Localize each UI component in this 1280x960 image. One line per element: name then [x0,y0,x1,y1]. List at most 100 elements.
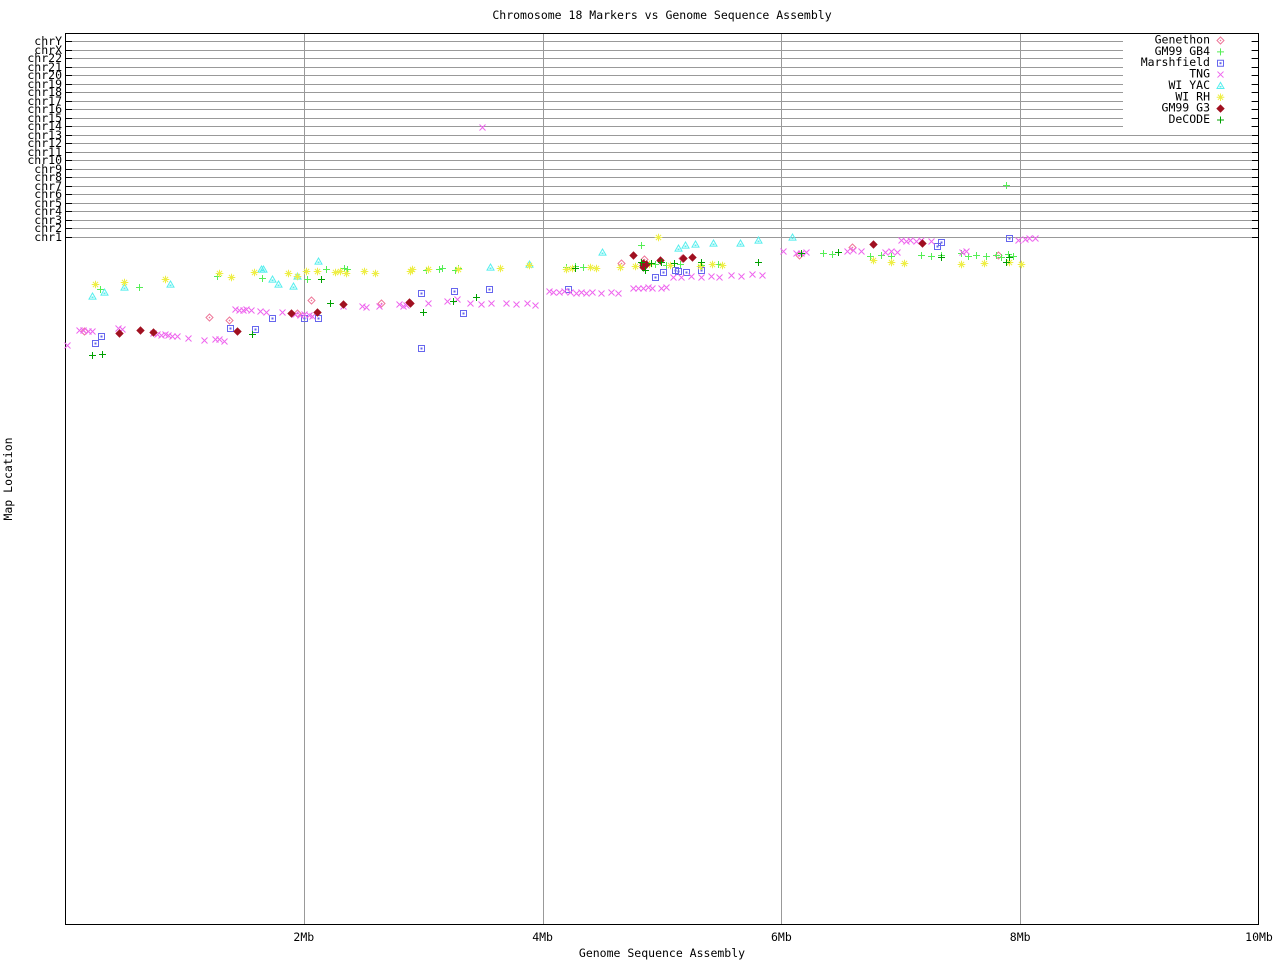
data-point [654,233,663,242]
data-point [524,300,531,307]
data-point-shape [259,275,266,282]
data-point [284,269,293,278]
data-point-shape [589,289,596,296]
data-point [631,262,640,271]
data-point [640,285,647,292]
data-point-shape [638,242,645,249]
data-point-shape [257,308,264,315]
data-point-shape [681,240,690,249]
data-point [248,307,255,314]
data-point-shape [185,335,192,342]
data-point [418,345,425,352]
data-point-shape [263,309,270,316]
data-point-shape [123,287,126,290]
data-point [450,298,457,305]
data-point-shape [91,296,94,299]
data-point [473,294,480,301]
data-point-shape [663,284,670,291]
data-point [339,300,348,309]
data-point-shape [928,253,935,260]
x-tick-label-6Mb: 6Mb [771,930,792,944]
data-point [225,316,234,325]
data-point-shape [918,252,925,259]
data-point [556,289,563,296]
data-point [1017,260,1026,269]
data-point [678,274,685,281]
data-point [755,259,762,266]
data-point-shape [425,300,432,307]
data-point [887,258,896,267]
data-point-shape [323,266,330,273]
data-point-shape [232,306,239,313]
data-point-shape [268,274,277,283]
y-tick-label-chr1: chr1 [34,230,62,244]
data-point-shape [635,285,642,292]
data-point [973,252,980,259]
data-point [92,340,99,347]
data-point [1006,235,1013,242]
data-point-shape [677,248,680,251]
data-point-shape [310,299,313,302]
data-point-shape [221,338,228,345]
data-point [928,253,935,260]
data-point-shape [467,300,474,307]
data-point-shape [685,271,688,274]
data-point [858,248,865,255]
data-point-shape [662,271,665,274]
data-point [315,315,322,322]
data-point [161,275,170,284]
data-point-shape [208,316,211,319]
data-point-shape [420,292,423,295]
data-point [934,243,941,250]
data-point [918,239,927,248]
data-point [479,124,486,131]
data-point [289,281,298,290]
data-point [307,296,316,305]
data-point [894,249,901,256]
legend-label: DeCODE [1168,112,1210,126]
data-point-shape [940,241,943,244]
data-point [738,273,745,280]
data-point [136,284,143,291]
data-point [670,274,677,281]
data-point [91,280,100,289]
data-point-shape [867,253,874,260]
data-point-shape [583,290,590,297]
data-point-shape [736,238,745,247]
data-point [820,250,827,257]
data-point [546,288,553,295]
data-point-shape [174,333,181,340]
data-point-shape [870,241,877,248]
data-point [120,278,129,287]
data-point-shape [317,261,320,264]
data-point [980,259,989,268]
data-point-shape [983,253,990,260]
data-point-shape [709,238,718,247]
data-point-shape [858,248,865,255]
data-point [513,301,520,308]
data-point-shape [532,302,539,309]
data-point-shape [478,301,485,308]
data-point-shape [424,265,433,274]
data-point-shape [89,328,96,335]
data-point [898,237,905,244]
data-point-shape [556,289,563,296]
data-point-shape [496,264,505,273]
x-tick-label-10Mb: 10Mb [1245,930,1273,944]
data-point [645,284,652,291]
chart-page: Genethon GM99 GB4 Marshfield TNG WI YAC WI RH… [0,0,1280,960]
data-point [957,260,966,269]
data-point-shape [601,252,604,255]
data-point-shape [1017,260,1026,269]
data-point-shape [91,280,100,289]
data-point-shape [158,332,165,339]
data-point [444,298,451,305]
data-point-shape [580,264,587,271]
data-point [718,261,727,270]
data-point [486,262,495,271]
data-point-shape [488,300,495,307]
data-point-shape [318,276,325,283]
data-point-shape [708,260,717,269]
data-point-shape [739,243,742,246]
data-point-shape [654,233,663,242]
